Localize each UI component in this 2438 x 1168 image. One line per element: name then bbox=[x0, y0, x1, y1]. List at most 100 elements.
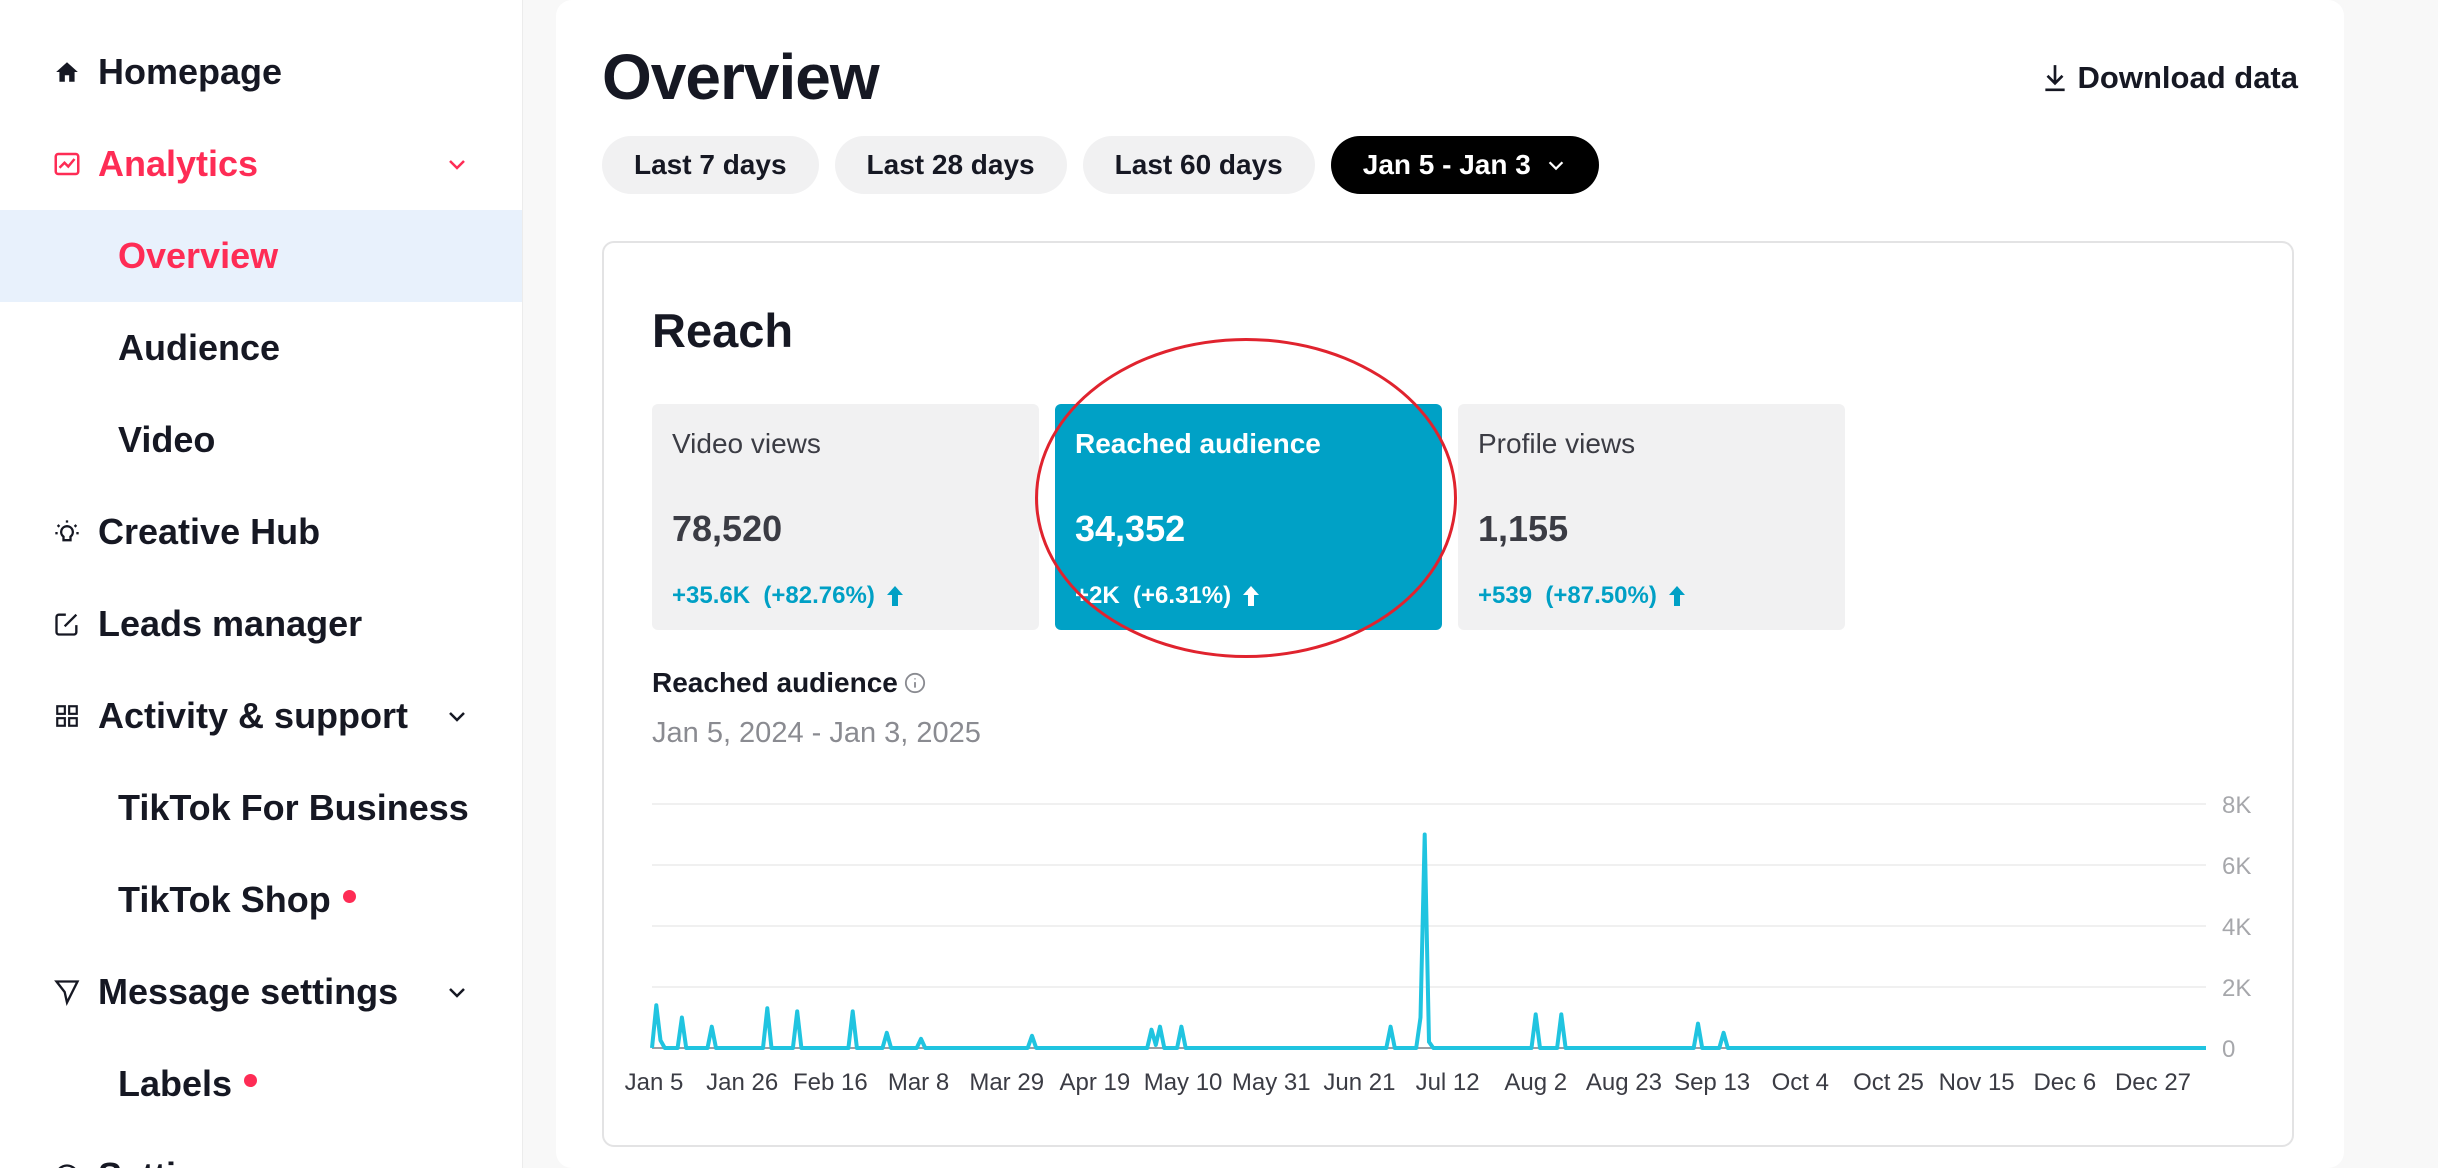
sidebar-item-label: Labels bbox=[118, 1063, 233, 1104]
sidebar-item-label: Activity & support bbox=[98, 695, 409, 736]
y-tick-label: 0 bbox=[2222, 1036, 2235, 1063]
x-tick-label: Oct 25 bbox=[1853, 1069, 1924, 1096]
x-tick-label: Aug 2 bbox=[1504, 1069, 1567, 1096]
sidebar-item-label: Homepage bbox=[98, 51, 283, 92]
x-tick-label: Sep 13 bbox=[1674, 1069, 1750, 1096]
x-tick-label: Dec 27 bbox=[2115, 1069, 2191, 1096]
filter-last-7-days[interactable]: Last 7 days bbox=[602, 136, 819, 194]
metric-change: +2K (+6.31%) bbox=[1075, 582, 1261, 610]
chart-title: Reached audience bbox=[652, 667, 926, 699]
metric-label: Video views bbox=[672, 428, 821, 459]
metric-change-value: +539 bbox=[1478, 582, 1533, 609]
download-icon bbox=[2044, 65, 2065, 92]
y-tick-label: 2K bbox=[2222, 975, 2251, 1002]
chevron-down-icon bbox=[1548, 161, 1564, 171]
filter-last-60-days[interactable]: Last 60 days bbox=[1082, 136, 1315, 194]
x-tick-label: Dec 6 bbox=[2033, 1069, 2096, 1096]
metric-value: 1,155 bbox=[1478, 508, 1569, 549]
sidebar-item-label: Video bbox=[118, 419, 216, 460]
reach-card: Reach Video views 78,520 +35.6K (+82.76%… bbox=[602, 241, 2294, 1147]
sidebar-item-label: TikTok For Business bbox=[118, 787, 469, 828]
notification-dot bbox=[342, 889, 356, 903]
metric-profile-views[interactable]: Profile views 1,155 +539 (+87.50%) bbox=[1458, 404, 1845, 630]
chart-date-range: Jan 5, 2024 - Jan 3, 2025 bbox=[652, 717, 981, 749]
sidebar-item-tiktok-for-business[interactable]: TikTok For Business bbox=[0, 762, 522, 854]
metric-label: Reached audience bbox=[1075, 428, 1321, 459]
chart-title-text: Reached audience bbox=[652, 667, 898, 698]
sidebar-item-tiktok-shop[interactable]: TikTok Shop bbox=[0, 854, 522, 946]
sidebar-item-audience[interactable]: Audience bbox=[0, 302, 522, 394]
metric-change-percent: (+87.50%) bbox=[1545, 582, 1657, 609]
sidebar-item-video[interactable]: Video bbox=[0, 394, 522, 486]
sidebar-item-labels[interactable]: Labels bbox=[0, 1038, 522, 1130]
metric-value: 34,352 bbox=[1075, 508, 1186, 549]
sidebar-item-label: Overview bbox=[118, 235, 279, 276]
sidebar-item-overview[interactable]: Overview bbox=[0, 210, 522, 302]
x-tick-label: May 10 bbox=[1144, 1069, 1223, 1096]
metric-value: 78,520 bbox=[672, 508, 783, 549]
x-tick-label: Apr 19 bbox=[1060, 1069, 1131, 1096]
x-tick-label: Mar 29 bbox=[969, 1069, 1044, 1096]
edit-icon bbox=[50, 607, 84, 641]
notification-dot bbox=[244, 1073, 258, 1087]
grid-icon bbox=[50, 699, 84, 733]
send-icon bbox=[50, 975, 84, 1009]
sidebar-item-message-settings[interactable]: Message settings bbox=[0, 946, 522, 1038]
metric-change-percent: (+6.31%) bbox=[1133, 582, 1232, 609]
metric-label: Profile views bbox=[1478, 428, 1636, 459]
analytics-icon bbox=[50, 147, 84, 181]
arrow-up-icon bbox=[1243, 586, 1260, 606]
sidebar-item-label: Analytics bbox=[98, 143, 259, 184]
reach-title: Reach bbox=[652, 304, 794, 357]
sidebar-item-label: Creative Hub bbox=[98, 511, 321, 552]
reached-audience-chart: 8K 6K 4K 2K 0 Jan 5 Jan 26 Feb 16 Mar 8 Mar 29 Apr… bbox=[625, 792, 2252, 1096]
series-line bbox=[650, 832, 2206, 1050]
page-title: Overview bbox=[602, 41, 880, 113]
sidebar-item-creative-hub[interactable]: Creative Hub bbox=[0, 486, 522, 578]
x-tick-label: Oct 4 bbox=[1772, 1069, 1829, 1096]
sidebar-item-leads-manager[interactable]: Leads manager bbox=[0, 578, 522, 670]
x-tick-label: Mar 8 bbox=[888, 1069, 949, 1096]
sidebar-item-activity-support[interactable]: Activity & support bbox=[0, 670, 522, 762]
x-tick-label: Jan 26 bbox=[706, 1069, 778, 1096]
sidebar-item-label: Settings bbox=[98, 1155, 240, 1168]
chevron-down-icon bbox=[442, 977, 472, 1007]
lightbulb-icon bbox=[50, 515, 84, 549]
x-tick-label: May 31 bbox=[1232, 1069, 1311, 1096]
metric-change-value: +35.6K bbox=[672, 582, 751, 609]
info-icon[interactable] bbox=[904, 672, 926, 694]
x-tick-label: Feb 16 bbox=[793, 1069, 868, 1096]
sidebar: Homepage Analytics Overview Audience Vid… bbox=[0, 0, 523, 1168]
download-label: Download data bbox=[2077, 60, 2298, 95]
sidebar-item-label: Leads manager bbox=[98, 603, 363, 644]
y-tick-label: 4K bbox=[2222, 914, 2251, 941]
gear-icon bbox=[50, 1159, 84, 1168]
sidebar-item-label: TikTok Shop bbox=[118, 879, 331, 920]
chevron-down-icon bbox=[442, 701, 472, 731]
sidebar-item-homepage[interactable]: Homepage bbox=[0, 26, 522, 118]
x-tick-label: Jul 12 bbox=[1416, 1069, 1480, 1096]
metric-change: +35.6K (+82.76%) bbox=[672, 582, 905, 610]
metric-video-views[interactable]: Video views 78,520 +35.6K (+82.76%) bbox=[652, 404, 1039, 630]
sidebar-item-label: Audience bbox=[118, 327, 281, 368]
x-tick-label: Aug 23 bbox=[1586, 1069, 1662, 1096]
selected-date-range: Jan 5 - Jan 3 bbox=[1362, 149, 1531, 180]
chevron-down-icon bbox=[442, 149, 472, 179]
main-panel: Overview Download data Last 7 days Last … bbox=[556, 0, 2344, 1168]
filter-last-28-days[interactable]: Last 28 days bbox=[834, 136, 1067, 194]
sidebar-item-analytics[interactable]: Analytics bbox=[0, 118, 522, 210]
arrow-up-icon bbox=[1668, 586, 1685, 606]
x-tick-label: Jan 5 bbox=[625, 1069, 684, 1096]
metric-reached-audience[interactable]: Reached audience 34,352 +2K (+6.31%) bbox=[1055, 404, 1442, 630]
x-tick-label: Nov 15 bbox=[1939, 1069, 2015, 1096]
metric-change: +539 (+87.50%) bbox=[1478, 582, 1687, 610]
arrow-up-icon bbox=[886, 586, 903, 606]
sidebar-item-settings[interactable]: Settings bbox=[0, 1130, 522, 1168]
home-icon bbox=[50, 55, 84, 89]
sidebar-item-label: Message settings bbox=[98, 971, 399, 1012]
metric-change-percent: (+82.76%) bbox=[763, 582, 875, 609]
download-data-button[interactable]: Download data bbox=[2042, 60, 2298, 96]
x-tick-label: Jun 21 bbox=[1323, 1069, 1395, 1096]
custom-date-range-dropdown[interactable]: Jan 5 - Jan 3 bbox=[1330, 136, 1599, 194]
metric-change-value: +2K bbox=[1075, 582, 1120, 609]
